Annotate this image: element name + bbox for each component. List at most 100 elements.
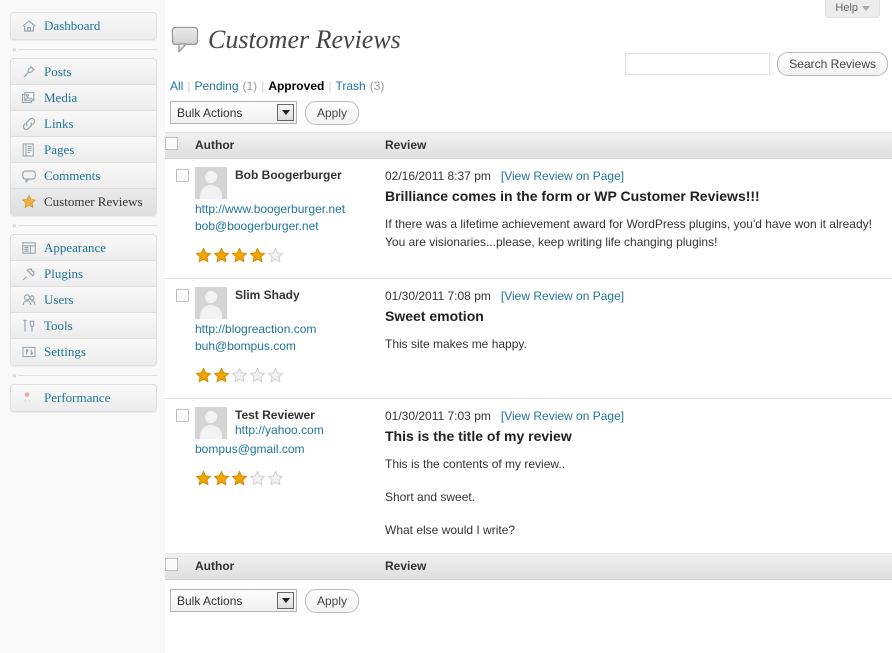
- review-paragraph: This is the contents of my review..: [385, 456, 566, 471]
- sidebar-item-label: Performance: [44, 390, 111, 405]
- star-filled-icon: [214, 367, 229, 383]
- speech-bubble-icon: [170, 25, 202, 55]
- select-all-header-bottom: [165, 552, 195, 580]
- author-email-link[interactable]: buh@bompus.com: [195, 338, 375, 355]
- star-filled-icon: [214, 470, 229, 486]
- select-all-checkbox-top[interactable]: [165, 137, 178, 151]
- sidebar-item-label: Plugins: [44, 265, 84, 281]
- review-body: This is the contents of my review.. Short…: [385, 455, 878, 539]
- star-empty-icon: [268, 247, 283, 263]
- search-input[interactable]: [625, 53, 771, 75]
- author-cell: Test Reviewer http://yahoo.com bompus@gmai…: [195, 398, 385, 554]
- star-filled-icon: [232, 247, 247, 263]
- sidebar-item-label: Users: [44, 291, 74, 307]
- select-all-header-top: [165, 131, 195, 159]
- sidebar-item-users[interactable]: Users: [11, 287, 156, 313]
- column-header-author-bottom[interactable]: Author: [195, 552, 385, 580]
- author-email-link[interactable]: bompus@gmail.com: [195, 441, 375, 458]
- review-body: If there was a lifetime achievement awar…: [385, 215, 878, 251]
- view-review-on-page-link[interactable]: [View Review on Page]: [501, 409, 624, 423]
- table-nav-bottom: Bulk Actions Apply: [165, 580, 892, 620]
- column-header-author-top[interactable]: Author: [195, 131, 385, 159]
- filter-link-trash[interactable]: Trash: [335, 79, 365, 93]
- sidebar-item-performance[interactable]: Performance: [11, 385, 156, 411]
- filter-count-trash: (3): [369, 78, 385, 93]
- view-review-on-page-link[interactable]: [View Review on Page]: [501, 169, 624, 183]
- apply-button-top[interactable]: Apply: [305, 100, 360, 125]
- sidebar-item-media[interactable]: Media: [11, 85, 156, 111]
- help-button[interactable]: Help: [825, 0, 880, 18]
- search-reviews-button[interactable]: Search Reviews: [777, 52, 888, 76]
- star-filled-icon: [196, 247, 211, 263]
- review-date: 01/30/2011 7:08 pm: [385, 288, 491, 303]
- review-cell: 02/16/2011 8:37 pm [View Review on Page]…: [385, 158, 892, 279]
- review-meta: 01/30/2011 7:03 pm [View Review on Page]: [385, 408, 878, 425]
- review-title: Brilliance comes in the form or WP Custo…: [385, 187, 760, 204]
- sidebar-item-customer-reviews[interactable]: Customer Reviews: [11, 189, 156, 215]
- view-review-on-page-link[interactable]: [View Review on Page]: [501, 289, 624, 303]
- sidebar-item-plugins[interactable]: Plugins: [11, 261, 156, 287]
- collapse-handle-icon[interactable]: «: [10, 371, 19, 380]
- filter-divider: |: [261, 78, 265, 93]
- author-links: bompus@gmail.com: [195, 441, 375, 458]
- sidebar-item-tools[interactable]: Tools: [11, 313, 156, 339]
- star-empty-icon: [250, 367, 265, 383]
- filter-link-all[interactable]: All: [170, 79, 183, 93]
- bulk-actions-select-top[interactable]: Bulk Actions: [170, 101, 297, 125]
- main-content: Help Customer Reviews All | Pending (1) | A: [165, 0, 892, 653]
- sidebar-item-appearance[interactable]: Appearance: [11, 235, 156, 261]
- sidebar-item-links[interactable]: Links: [11, 111, 156, 137]
- select-all-checkbox-bottom[interactable]: [165, 558, 178, 572]
- author-links: http://blogreaction.com buh@bompus.com: [195, 321, 375, 355]
- star-icon: [20, 193, 38, 211]
- sidebar-separator-1: «: [10, 218, 157, 232]
- filter-link-approved[interactable]: Approved: [268, 79, 324, 93]
- table-row: Bob Boogerburger http://www.boogerburger.…: [165, 158, 892, 279]
- table-row: Slim Shady http://blogreaction.com buh@bom…: [165, 278, 892, 399]
- page-title: Customer Reviews: [208, 25, 401, 55]
- author-url-link[interactable]: http://blogreaction.com: [195, 321, 375, 338]
- column-header-review-top[interactable]: Review: [385, 131, 892, 159]
- sidebar-item-label: Appearance: [44, 239, 107, 255]
- apply-button-bottom[interactable]: Apply: [305, 588, 360, 613]
- sidebar-group-3: Performance: [10, 384, 157, 412]
- column-header-review-bottom[interactable]: Review: [385, 552, 892, 580]
- table-head: Author Review: [165, 131, 892, 159]
- review-date: 02/16/2011 8:37 pm: [385, 168, 491, 183]
- home-icon: [20, 17, 38, 35]
- author-email-link[interactable]: bob@boogerburger.net: [195, 218, 375, 235]
- sidebar-item-label: Tools: [44, 317, 73, 333]
- sidebar-item-dashboard[interactable]: Dashboard: [11, 13, 156, 39]
- collapse-handle-icon[interactable]: «: [10, 45, 19, 54]
- sidebar-item-label: Pages: [44, 141, 75, 157]
- review-meta: 02/16/2011 8:37 pm [View Review on Page]: [385, 168, 878, 185]
- rating-stars: [195, 367, 375, 384]
- author-url-link[interactable]: http://www.boogerburger.net: [195, 201, 375, 218]
- row-select-cell: [165, 158, 195, 279]
- appearance-icon: [20, 239, 38, 257]
- collapse-handle-icon[interactable]: «: [10, 221, 19, 230]
- status-filter-links: All | Pending (1) | Approved | Trash (3): [170, 79, 892, 93]
- review-title: This is the title of my review: [385, 427, 572, 444]
- author-cell: Slim Shady http://blogreaction.com buh@bom…: [195, 278, 385, 399]
- filter-link-pending[interactable]: Pending: [194, 79, 238, 93]
- sidebar-item-posts[interactable]: Posts: [11, 59, 156, 85]
- star-empty-icon: [268, 367, 283, 383]
- star-filled-icon: [196, 470, 211, 486]
- row-checkbox[interactable]: [176, 408, 189, 422]
- sidebar-item-pages[interactable]: Pages: [11, 137, 156, 163]
- star-empty-icon: [250, 470, 265, 486]
- sidebar-item-settings[interactable]: Settings: [11, 339, 156, 365]
- bulk-actions-select-bottom[interactable]: Bulk Actions: [170, 589, 297, 613]
- author-url-inline[interactable]: http://yahoo.com: [235, 423, 375, 438]
- review-meta: 01/30/2011 7:08 pm [View Review on Page]: [385, 288, 878, 305]
- table-body: Bob Boogerburger http://www.boogerburger.…: [165, 158, 892, 554]
- review-date: 01/30/2011 7:03 pm: [385, 408, 491, 423]
- sidebar-item-label: Posts: [44, 63, 72, 79]
- row-checkbox[interactable]: [176, 288, 189, 302]
- filter-divider: |: [187, 78, 191, 93]
- author-name: Test Reviewer: [235, 407, 315, 422]
- sidebar-item-comments[interactable]: Comments: [11, 163, 156, 189]
- row-checkbox[interactable]: [176, 168, 189, 182]
- author-block: Bob Boogerburger http://www.boogerburger.…: [195, 159, 385, 278]
